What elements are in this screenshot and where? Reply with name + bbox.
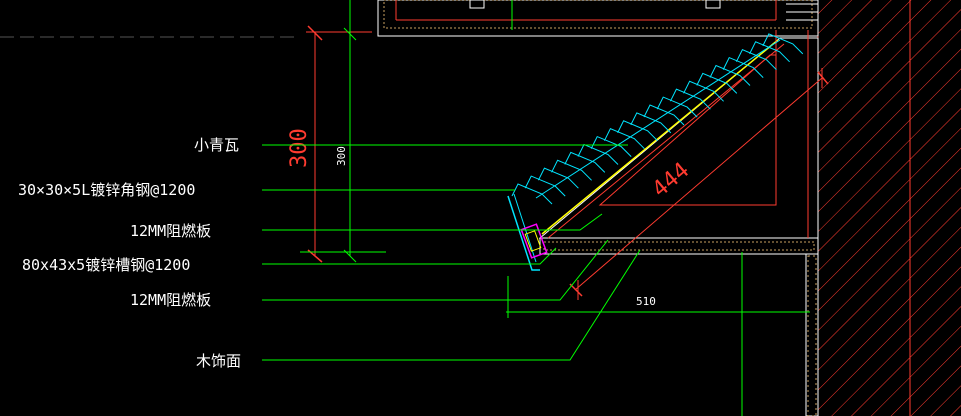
leader-board2 xyxy=(262,239,609,301)
dim-height-red: 300 xyxy=(287,128,312,168)
label-board1: 12MM阻燃板 xyxy=(130,222,211,240)
label-tile: 小青瓦 xyxy=(194,136,239,154)
tile-step xyxy=(577,143,619,165)
cad-canvas: 444 300 300 510 小青瓦 30×30×5L镀锌角钢@1200 12… xyxy=(0,0,961,416)
leader-board1 xyxy=(262,213,603,231)
dim-height-white: 300 xyxy=(335,146,348,166)
tile-step xyxy=(564,151,606,173)
dim-width: 510 xyxy=(636,295,656,308)
tile-step xyxy=(551,159,592,181)
tile-step xyxy=(762,33,804,55)
leader-channel-steel xyxy=(262,247,557,265)
tile-step xyxy=(511,183,553,205)
tile-step xyxy=(630,112,672,134)
top-beam xyxy=(377,0,819,37)
tile-step xyxy=(669,88,711,110)
tile-step xyxy=(722,56,764,78)
label-channel-steel: 80x43x5镀锌槽钢@1200 xyxy=(22,256,190,274)
tile-step xyxy=(537,167,579,189)
label-wood-finish: 木饰面 xyxy=(196,352,241,370)
roof-frame xyxy=(538,30,819,239)
diagonal-dimension: 444 xyxy=(569,68,829,300)
label-board2: 12MM阻燃板 xyxy=(130,291,211,309)
tile-step xyxy=(524,175,566,197)
tile-step xyxy=(617,120,658,142)
vertical-dimension-white: 300 xyxy=(300,0,386,263)
tile-step xyxy=(590,135,632,157)
wall-hatch xyxy=(818,0,961,416)
label-angle-steel: 30×30×5L镀锌角钢@1200 xyxy=(18,181,195,199)
dim-diagonal: 444 xyxy=(648,158,695,203)
leader-wood-finish xyxy=(262,249,641,361)
horizontal-dimension: 510 xyxy=(506,252,810,416)
ceiling-slab xyxy=(539,237,819,416)
cad-drawing: 444 300 300 510 小青瓦 30×30×5L镀锌角钢@1200 12… xyxy=(0,0,961,416)
vertical-dimension-red: 300 xyxy=(287,25,372,263)
